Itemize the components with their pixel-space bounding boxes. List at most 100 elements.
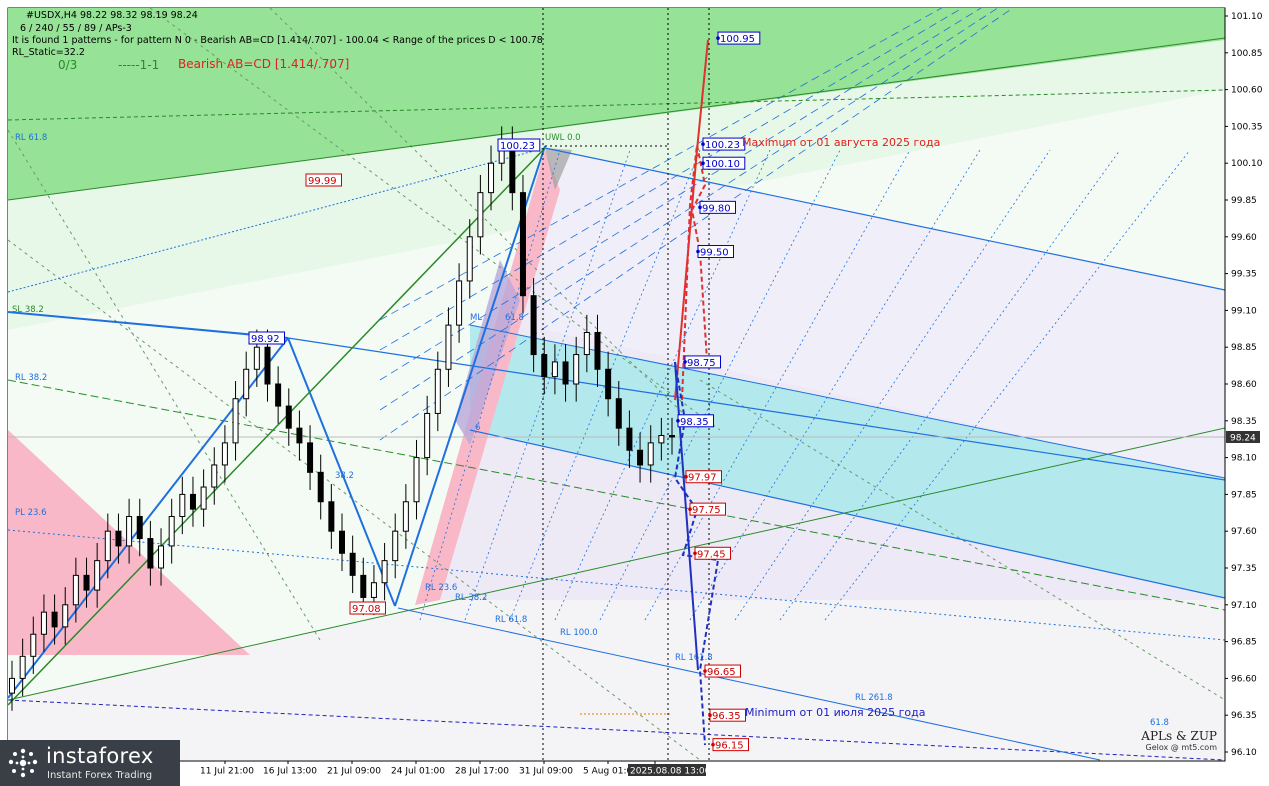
candle-body bbox=[605, 368, 612, 400]
candle-body bbox=[456, 280, 463, 326]
price-level-tag: 100.10 bbox=[701, 156, 746, 170]
price-level-dot bbox=[684, 474, 688, 479]
price-level-dot bbox=[711, 742, 715, 747]
price-level-dot bbox=[683, 360, 687, 364]
pivot-label: 100.23 bbox=[497, 138, 541, 152]
candle-body bbox=[349, 552, 356, 576]
brand-name: instaforex bbox=[46, 744, 154, 768]
candle-body bbox=[9, 677, 15, 694]
candle-body bbox=[669, 435, 675, 438]
candle-body bbox=[583, 331, 590, 356]
price-level-text: 96.35 bbox=[712, 711, 741, 722]
candle-body bbox=[392, 530, 399, 562]
candle-body bbox=[296, 427, 303, 444]
y-tick-label: 99.85 bbox=[1231, 196, 1257, 206]
price-level-tag: 96.35 bbox=[708, 708, 746, 722]
line-label: RL 161.8 bbox=[675, 653, 713, 663]
line-label: RL 23.6 bbox=[425, 583, 457, 593]
line-label: 38.2 bbox=[335, 471, 354, 481]
credit-title: APLs & ZUP bbox=[1141, 729, 1217, 743]
price-chart[interactable]: UWL 0.0 SL 38.2 RL 61.8 RL 38.2 PL 23.6 RL 23… bbox=[0, 0, 1269, 786]
line-label: 61.8 bbox=[1150, 718, 1169, 728]
x-tick-label: 2025.08.08 13:00 bbox=[630, 767, 711, 777]
price-level-tag: 96.15 bbox=[711, 738, 749, 752]
y-tick-label: 100.10 bbox=[1231, 159, 1263, 169]
price-level-text: 100.23 bbox=[705, 140, 740, 151]
rl-static: RL_Static=32.2 bbox=[12, 47, 85, 58]
candle-body bbox=[573, 354, 580, 385]
candle-body bbox=[658, 435, 665, 444]
pivot-text: 97.08 bbox=[352, 604, 381, 615]
price-level-text: 96.15 bbox=[715, 741, 744, 752]
pivot-label: 99.99 bbox=[305, 173, 342, 187]
candle-body bbox=[370, 582, 377, 598]
candle-body bbox=[200, 486, 207, 510]
instaforex-logo: instaforex Instant Forex Trading bbox=[0, 740, 180, 786]
price-level-dot bbox=[698, 205, 702, 210]
x-tick-label: 16 Jul 13:00 bbox=[263, 767, 317, 777]
candle-body bbox=[328, 501, 335, 532]
candle-body bbox=[104, 530, 111, 562]
y-tick-label: 97.35 bbox=[1231, 564, 1257, 574]
x-tick-label: 24 Jul 01:00 bbox=[391, 767, 445, 777]
y-tick-label: 101.10 bbox=[1231, 12, 1263, 22]
line-label: ML bbox=[470, 313, 482, 323]
candle-body bbox=[317, 471, 324, 503]
candle-body bbox=[594, 331, 601, 370]
plot-layer: UWL 0.0 SL 38.2 RL 61.8 RL 38.2 PL 23.6 RL 23… bbox=[8, 8, 1225, 761]
x-tick-label: 31 Jul 09:00 bbox=[519, 767, 573, 777]
candle-body bbox=[126, 515, 133, 547]
price-level-dot bbox=[708, 713, 712, 717]
line-label: RL 38.2 bbox=[455, 593, 487, 603]
y-tick-label: 99.10 bbox=[1231, 306, 1257, 316]
pivot-text: 99.99 bbox=[308, 176, 337, 187]
candle-body bbox=[360, 574, 367, 598]
price-level-dot bbox=[676, 419, 680, 423]
y-tick-label: 99.60 bbox=[1231, 233, 1257, 243]
candle-body bbox=[211, 464, 218, 488]
price-level-dot bbox=[701, 142, 705, 146]
line-label: RL 38.2 bbox=[15, 373, 47, 383]
price-level-dot bbox=[688, 507, 692, 511]
candle bbox=[519, 174, 526, 314]
line-label: RL 100.0 bbox=[560, 628, 598, 638]
line-label: RL 61.8 bbox=[495, 615, 527, 625]
pivot-text: 98.92 bbox=[251, 334, 280, 345]
price-level-text: 96.65 bbox=[707, 667, 736, 678]
candle-body bbox=[30, 633, 37, 657]
candle-body bbox=[179, 493, 186, 517]
x-tick-label: 11 Jul 21:00 bbox=[200, 767, 254, 777]
candle-body bbox=[115, 530, 122, 547]
candle-body bbox=[530, 295, 537, 356]
candle-body bbox=[136, 515, 143, 540]
maximum-annotation: Maximum от 01 августа 2025 года bbox=[742, 136, 941, 149]
candle-body bbox=[83, 574, 90, 591]
candle-body bbox=[264, 346, 271, 385]
candle-body bbox=[488, 162, 495, 194]
price-level-text: 100.10 bbox=[705, 159, 740, 170]
price-level-dot bbox=[701, 161, 705, 165]
y-tick-label: 100.35 bbox=[1231, 122, 1263, 132]
price-level-dot bbox=[703, 669, 707, 673]
price-level-dot bbox=[693, 551, 697, 556]
price-level-tag: 96.65 bbox=[703, 664, 741, 678]
candle-body bbox=[221, 442, 228, 466]
y-tick-label: 97.10 bbox=[1231, 601, 1257, 611]
candle-body bbox=[232, 398, 239, 444]
price-level-tag: 98.35 bbox=[676, 414, 714, 428]
y-tick-label: 100.60 bbox=[1231, 86, 1263, 96]
y-tick-label: 96.85 bbox=[1231, 638, 1257, 648]
price-level-tag: 97.75 bbox=[688, 502, 726, 516]
candle-body bbox=[307, 442, 314, 473]
candle-body bbox=[94, 560, 101, 591]
price-level-text: 99.80 bbox=[702, 203, 731, 214]
price-level-tag: 97.97 bbox=[684, 470, 722, 484]
candle-body bbox=[339, 530, 345, 554]
brand-tagline: Instant Forex Trading bbox=[47, 770, 153, 781]
candle-body bbox=[551, 361, 558, 378]
x-tick-label: 28 Jul 17:00 bbox=[455, 767, 509, 777]
line-label: 6 bbox=[475, 423, 480, 433]
y-tick-label: 98.60 bbox=[1231, 380, 1257, 390]
candle-body bbox=[541, 354, 548, 378]
price-level-text: 98.75 bbox=[687, 358, 716, 369]
